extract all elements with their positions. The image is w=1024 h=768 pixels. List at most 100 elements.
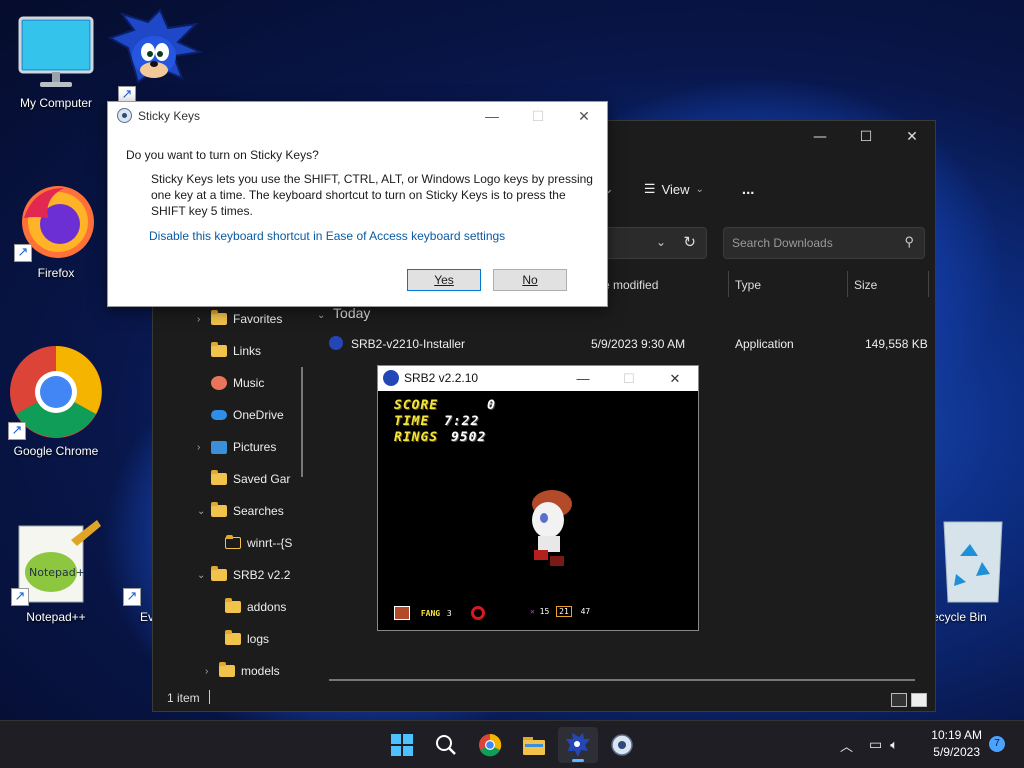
- horizontal-scrollbar[interactable]: [329, 679, 915, 681]
- nav-item-winrt[interactable]: winrt--{S: [225, 531, 295, 555]
- disable-shortcut-link[interactable]: Disable this keyboard shortcut in Ease o…: [149, 229, 505, 243]
- group-header-today[interactable]: ⌄ Today: [317, 305, 370, 321]
- file-row[interactable]: SRB2-v2210-Installer 5/9/2023 9:30 AM Ap…: [329, 335, 929, 357]
- desktop-icon-label: ecycle Bin: [932, 610, 987, 624]
- chevron-down-icon: ⌄: [695, 183, 704, 195]
- taskbar-file-explorer[interactable]: [514, 727, 554, 763]
- music-icon: [211, 376, 227, 390]
- chevron-right-icon: ›: [205, 665, 209, 677]
- notepadpp-icon: Notepad+ ↗: [11, 516, 101, 606]
- taskbar-srb2[interactable]: [558, 727, 598, 763]
- dialog-question: Do you want to turn on Sticky Keys?: [126, 148, 319, 162]
- folder-icon: [225, 630, 241, 645]
- hud-time: TIME 7:22: [394, 414, 480, 429]
- close-button[interactable]: ✕: [889, 121, 935, 153]
- window-caption-buttons: — ☐ ✕: [560, 366, 698, 391]
- folder-icon: [211, 310, 227, 325]
- taskbar-chrome[interactable]: [470, 727, 510, 763]
- details-view-icon[interactable]: [891, 693, 907, 707]
- ease-of-access-icon: [611, 734, 633, 756]
- nav-item-searches[interactable]: ⌄ Searches: [197, 499, 284, 523]
- desktop-icon-chrome[interactable]: ↗ Google Chrome: [8, 344, 104, 458]
- chrome-icon: [479, 733, 502, 757]
- column-header-type[interactable]: Type: [735, 271, 761, 299]
- ease-of-access-icon: [117, 108, 132, 123]
- no-button[interactable]: No: [493, 269, 567, 291]
- nav-item-links[interactable]: Links: [211, 339, 261, 363]
- tiles-view-icon[interactable]: [911, 693, 927, 707]
- view-button[interactable]: ☰ View ⌄: [644, 181, 704, 197]
- nav-item-music[interactable]: Music: [211, 371, 264, 395]
- file-name: SRB2-v2210-Installer: [351, 337, 466, 351]
- nav-item-srb2[interactable]: ⌄ SRB2 v2.2: [197, 563, 293, 587]
- desktop-icon-recycle-bin[interactable]: ecycle Bin: [924, 516, 1020, 624]
- chevron-down-icon: ⌄: [197, 505, 206, 517]
- srb2-icon: [383, 370, 399, 386]
- maximize-button[interactable]: ☐: [843, 121, 889, 153]
- search-icon: [436, 735, 456, 755]
- folder-icon: [211, 566, 227, 581]
- file-type: Application: [735, 337, 794, 351]
- chevron-down-icon: ⌄: [197, 569, 206, 581]
- close-button[interactable]: ✕: [652, 366, 698, 391]
- taskbar: ︿ ▭ 🔈︎ 10:19 AM 5/9/2023 7: [0, 720, 1024, 768]
- shortcut-arrow-icon: ↗: [11, 588, 29, 606]
- network-icon[interactable]: ▭: [869, 737, 882, 753]
- chevron-right-icon: ›: [197, 313, 201, 325]
- fang-character-sprite: [532, 490, 572, 566]
- search-button[interactable]: [426, 727, 466, 763]
- notification-badge[interactable]: 7: [989, 736, 1005, 752]
- maximize-button: ☐: [623, 370, 635, 386]
- srb2-game-window: SRB2 v2.2.10 — ☐ ✕ SCORE 0 TIME 7:22 RIN…: [377, 365, 699, 631]
- taskbar-clock[interactable]: 10:19 AM 5/9/2023: [931, 727, 982, 761]
- column-divider: [728, 271, 729, 297]
- window-caption-buttons: — ☐ ✕: [797, 121, 935, 153]
- search-input[interactable]: Search Downloads ⚲: [723, 227, 925, 259]
- recycle-bin-icon: [932, 516, 1012, 606]
- yes-button[interactable]: Yes: [407, 269, 481, 291]
- chevron-up-icon[interactable]: ︿: [840, 736, 853, 755]
- taskbar-ease-of-access[interactable]: [602, 727, 642, 763]
- ring-icon: [471, 606, 485, 620]
- windows-logo-icon: [391, 734, 413, 756]
- nav-item-logs[interactable]: logs: [225, 627, 269, 651]
- folder-icon: [211, 502, 227, 517]
- game-title-bar: SRB2 v2.2.10 — ☐ ✕: [378, 366, 698, 391]
- nav-item-favorites[interactable]: › Favorites: [197, 307, 282, 331]
- desktop-icon-sonic[interactable]: ↗: [107, 8, 204, 104]
- start-button[interactable]: [382, 727, 422, 763]
- dialog-caption-buttons: — ☐ ✕: [469, 102, 607, 130]
- desktop-icon-firefox[interactable]: ↗ Firefox: [8, 178, 104, 280]
- column-header-date[interactable]: e modified: [603, 271, 658, 299]
- refresh-icon[interactable]: ↻: [683, 233, 696, 251]
- desktop-icon-label: Firefox: [37, 266, 75, 280]
- close-button[interactable]: ✕: [561, 102, 607, 130]
- nav-item-models[interactable]: › models: [205, 659, 280, 683]
- volume-icon[interactable]: 🔈︎: [890, 738, 898, 753]
- more-options-button[interactable]: ...: [742, 181, 755, 198]
- minimize-button[interactable]: —: [469, 102, 515, 130]
- nav-scrollbar[interactable]: [301, 367, 303, 477]
- minimize-button[interactable]: —: [797, 121, 843, 153]
- column-header-size[interactable]: Size: [854, 271, 877, 299]
- nav-item-pictures[interactable]: › Pictures: [197, 435, 276, 459]
- folder-icon: [225, 535, 241, 549]
- minimize-button[interactable]: —: [560, 366, 606, 391]
- clock-date: 5/9/2023: [933, 745, 980, 759]
- file-explorer-icon: [523, 737, 545, 755]
- nav-item-onedrive[interactable]: OneDrive: [211, 403, 284, 427]
- dialog-body: Sticky Keys lets you use the SHIFT, CTRL…: [151, 172, 593, 218]
- folder-icon: [211, 342, 227, 357]
- hud-score: SCORE 0: [394, 398, 496, 413]
- system-tray: ︿ ▭ 🔈︎: [840, 721, 898, 768]
- shortcut-arrow-icon: ↗: [14, 244, 32, 262]
- nav-item-saved-games[interactable]: Saved Gar: [211, 467, 307, 491]
- shortcut-arrow-icon: ↗: [123, 588, 141, 606]
- status-bar: 1 item: [153, 685, 935, 711]
- desktop-icon-my-computer[interactable]: My Computer: [8, 14, 104, 110]
- navigation-pane: › Favorites Links Music OneDrive › Picture…: [153, 307, 311, 679]
- onedrive-icon: [211, 410, 227, 420]
- desktop-icon-notepadpp[interactable]: Notepad+ ↗ Notepad++: [8, 516, 104, 624]
- nav-item-addons[interactable]: addons: [225, 595, 286, 619]
- chevron-down-icon[interactable]: ⌄: [656, 235, 666, 249]
